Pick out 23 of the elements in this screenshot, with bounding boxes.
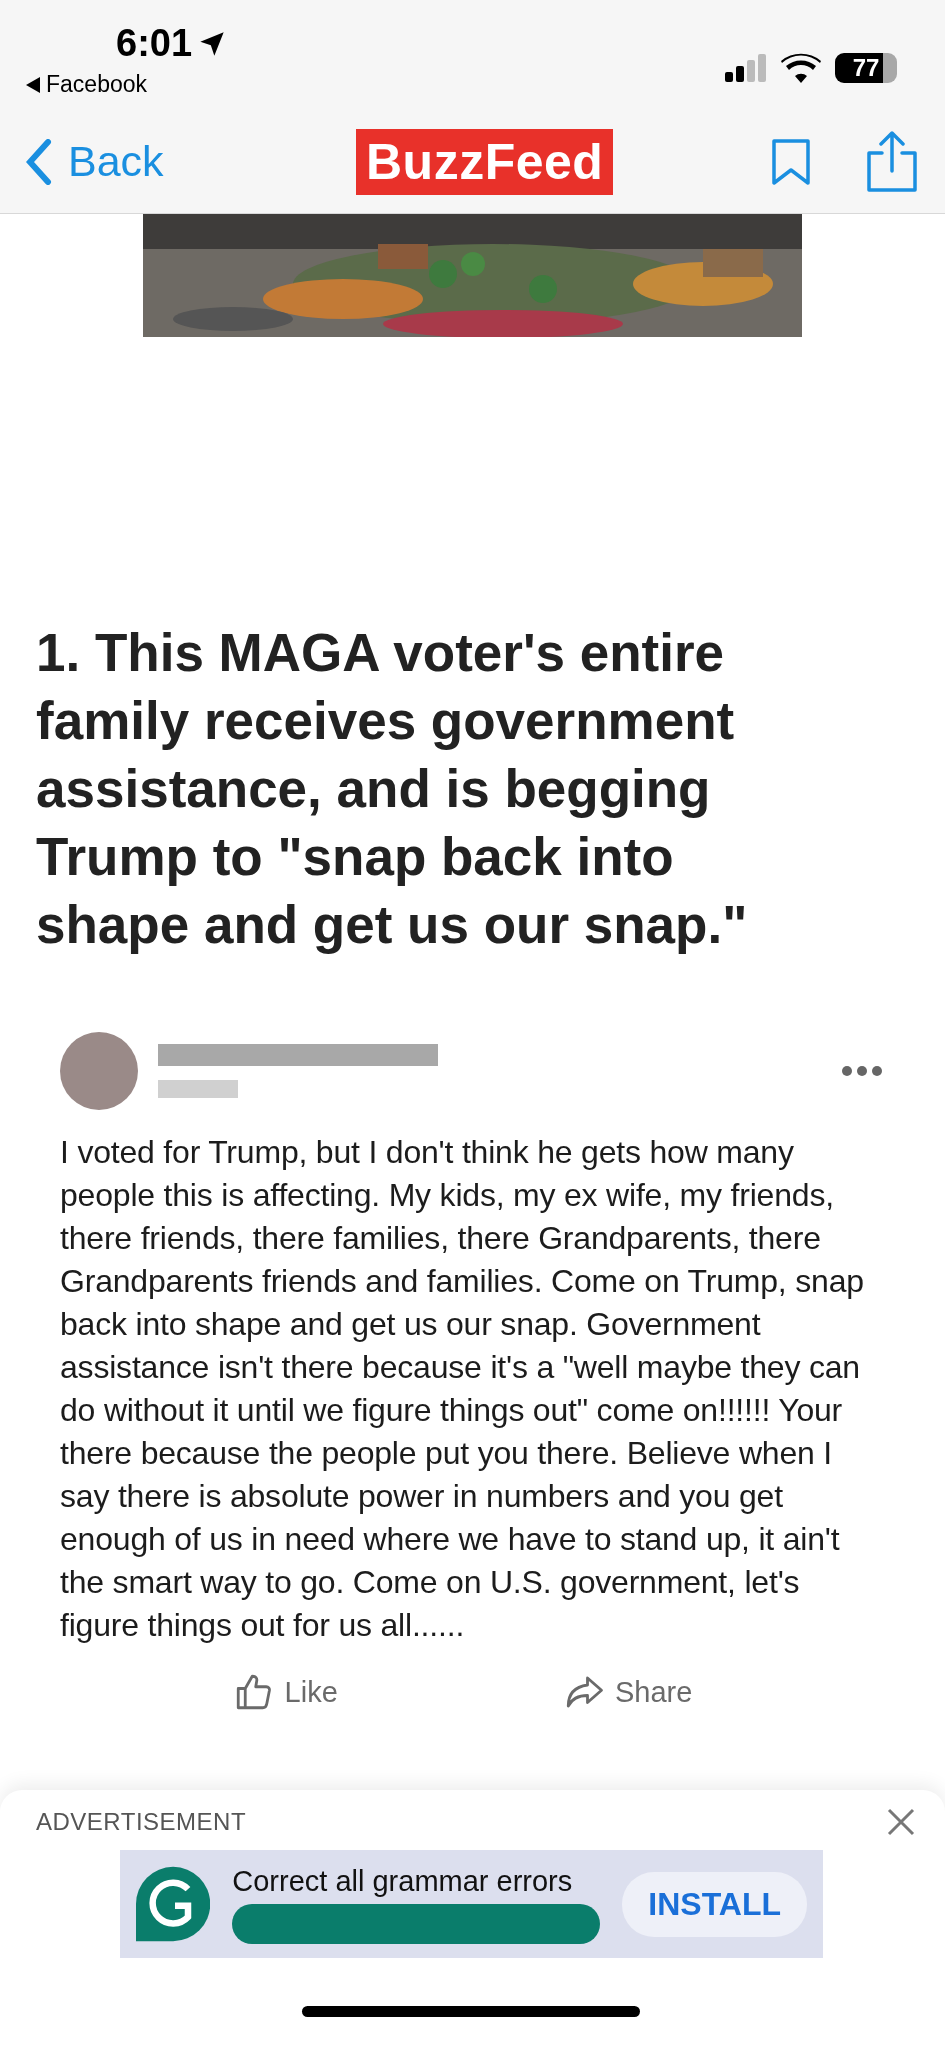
close-icon[interactable] xyxy=(887,1808,915,1836)
like-button[interactable]: Like xyxy=(228,1667,342,1717)
share-button[interactable]: Share xyxy=(559,1667,697,1717)
wifi-icon xyxy=(781,53,821,83)
article-headline: 1. This MAGA voter's entire family receives government assistance, and is begging Trump to "snap back into shape and get us our snap." xyxy=(36,622,749,956)
battery-level: 77 xyxy=(835,53,897,83)
more-options-icon[interactable] xyxy=(841,1065,883,1077)
app-logo-icon xyxy=(136,1864,211,1944)
site-logo: BuzzFeed xyxy=(356,128,614,195)
ad-text: Correct all grammar errors xyxy=(232,1864,574,1898)
bookmark-icon[interactable] xyxy=(771,137,811,186)
back-to-app-link[interactable]: Facebook xyxy=(46,71,147,98)
ad-banner[interactable]: Correct all grammar errors INSTALL xyxy=(120,1850,823,1958)
back-button[interactable]: Back xyxy=(26,137,286,186)
install-button[interactable]: INSTALL xyxy=(622,1871,807,1937)
post-text: I voted for Trump, but I don't think he gets how many people this is affecting. My kids, my ex wife, my friends, there friends, there families, there Grandparents, there Grandparents friends and families. Come on Trump, snap back into shape and get us our snap. Government assistance isn't there because it's a "well maybe they can do without it until we figure things out" come on!!!!!! Your there because the people put you there. Believe when I say there is absolute power in numbers and you get enough of us in need where we have to stand up, it ain't the smart way to go. Come on U.S. government, let's figure things out for us all...... xyxy=(60,1133,865,1645)
chevron-left-icon xyxy=(26,138,52,185)
share-icon[interactable] xyxy=(865,130,919,193)
back-triangle-icon xyxy=(26,76,40,93)
location-arrow-icon xyxy=(198,29,227,58)
clock-time: 6:01 xyxy=(116,22,193,65)
signal-icon xyxy=(725,54,767,82)
ad-label: ADVERTISEMENT xyxy=(36,1808,247,1836)
